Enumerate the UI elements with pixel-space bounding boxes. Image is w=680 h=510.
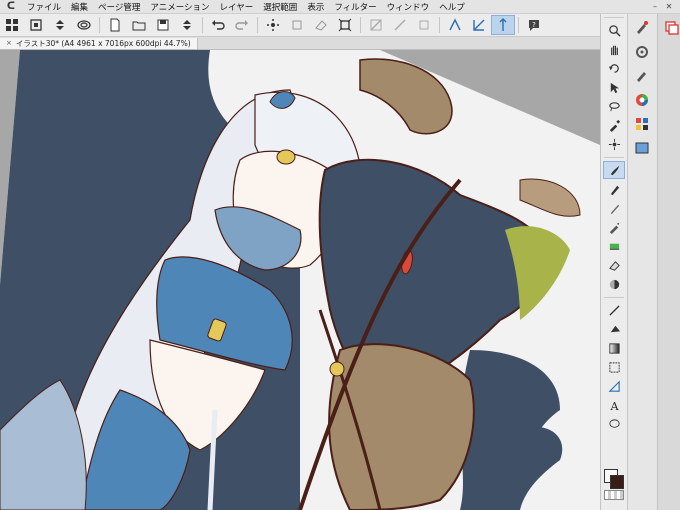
color-wheel-icon[interactable] [630,90,654,110]
close-tab-button[interactable]: × [6,39,12,47]
eraser-icon[interactable] [603,256,625,274]
redo-icon[interactable] [230,15,254,35]
transform-icon[interactable] [285,15,309,35]
color-set-icon[interactable] [630,114,654,134]
airbrush-icon[interactable] [603,218,625,236]
balloon-icon[interactable] [603,415,625,433]
line-icon[interactable] [603,301,625,319]
menu-view[interactable]: 表示 [302,1,329,13]
layer-panel-icon[interactable] [660,18,680,38]
document-tab-bar: × イラスト30* (A4 4961 x 7016px 600dpi 44.7%… [0,37,600,50]
close-window-button[interactable]: ✕ [664,2,674,11]
ruler-off-icon[interactable] [364,15,388,35]
canvas-area[interactable] [0,50,600,510]
menu-layer[interactable]: レイヤー [215,1,259,13]
perspective-icon[interactable] [443,15,467,35]
tool-palette: A [600,14,627,510]
fill-icon[interactable] [603,320,625,338]
grid-icon[interactable] [0,15,24,35]
gradient-icon[interactable] [603,339,625,357]
transparent-swatch[interactable] [604,490,624,500]
operation-icon[interactable] [603,78,625,96]
sub-color-swatch[interactable] [610,475,624,489]
canvas-icon[interactable] [24,15,48,35]
lasso-icon[interactable] [603,97,625,115]
selection-icon[interactable] [603,135,625,153]
menu-page[interactable]: ページ管理 [93,1,145,13]
hand-icon[interactable] [603,40,625,58]
toolbar-divider [360,17,361,33]
brush-icon[interactable] [603,161,625,179]
sparkle-icon[interactable] [261,15,285,35]
text-icon[interactable]: A [603,396,625,414]
menu-selection[interactable]: 選択範囲 [258,1,302,13]
artwork-canvas[interactable] [0,50,600,510]
help-icon[interactable]: ? [522,15,546,35]
menu-filter[interactable]: フィルター [329,1,381,13]
zoom-icon[interactable] [603,21,625,39]
navigator-icon[interactable] [630,138,654,158]
tab-document[interactable]: × イラスト30* (A4 4961 x 7016px 600dpi 44.7%… [0,37,198,49]
ruler-icon[interactable] [388,15,412,35]
open-file-icon[interactable] [127,15,151,35]
menu-help[interactable]: ヘルプ [434,1,470,13]
figure-icon[interactable] [603,358,625,376]
snap-icon[interactable] [412,15,436,35]
toolbar-divider [439,17,440,33]
tool-property-icon[interactable] [630,42,654,62]
far-right-panel [657,14,680,510]
toolbar-divider [257,17,258,33]
palette-divider [604,294,624,298]
pencil-icon[interactable] [603,199,625,217]
ruler-icon[interactable] [603,377,625,395]
eye [276,149,296,165]
menu-file[interactable]: ファイル [22,1,66,13]
stepper-icon[interactable] [175,15,199,35]
rotate-icon[interactable] [603,59,625,77]
toolbar-divider [518,17,519,33]
svg-text:A: A [609,400,619,412]
toolbar-divider [202,17,203,33]
document-title: イラスト30* (A4 4961 x 7016px 600dpi 44.7%) [15,38,191,48]
buckle [329,361,345,377]
stepper-icon[interactable] [48,15,72,35]
snap-special-icon[interactable] [467,15,491,35]
eyedropper-icon[interactable] [603,116,625,134]
snap-active-icon[interactable] [491,15,515,35]
menu-window[interactable]: ウィンドウ [382,1,435,13]
command-toolbar: ? [0,14,600,37]
fit-icon[interactable] [333,15,357,35]
palette-divider [604,154,624,158]
svg-text:?: ? [532,21,536,29]
menu-edit[interactable]: 編集 [66,1,93,13]
menu-bar: ᑕ ファイル 編集 ページ管理 アニメーション レイヤー 選択範囲 表示 フィル… [0,0,680,14]
eraser-icon[interactable] [309,15,333,35]
undo-icon[interactable] [206,15,230,35]
palette-divider [604,14,624,18]
brush-settings-icon[interactable] [630,18,654,38]
minimize-button[interactable]: – [650,2,660,11]
blend-icon[interactable] [603,275,625,293]
new-file-icon[interactable] [103,15,127,35]
menu-animation[interactable]: アニメーション [145,1,214,13]
sub-tool-icon[interactable] [630,66,654,86]
side-panel [627,14,657,510]
toolbar-divider [99,17,100,33]
decoration-icon[interactable] [603,237,625,255]
save-icon[interactable] [151,15,175,35]
pen-icon[interactable] [603,180,625,198]
spiral-icon[interactable] [72,15,96,35]
app-logo[interactable]: ᑕ [0,1,22,12]
